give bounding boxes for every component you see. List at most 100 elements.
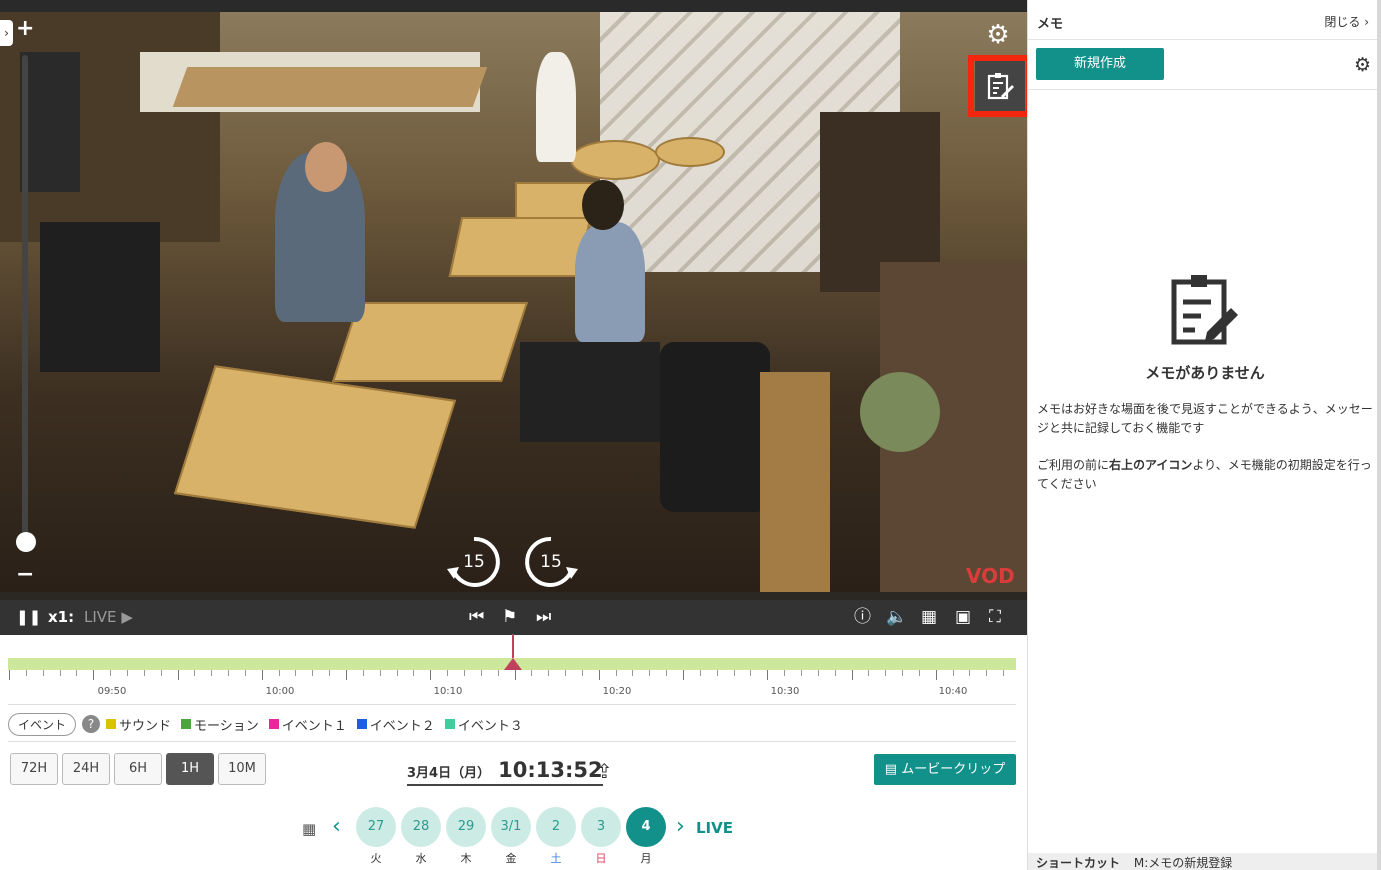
day-of-week-label: 水: [415, 852, 427, 865]
day-of-week-label: 金: [505, 852, 517, 865]
timeline-tick: [463, 670, 465, 676]
zoom-out-button[interactable]: −: [16, 562, 34, 587]
next-days-chevron-icon[interactable]: ›: [676, 814, 685, 839]
panel-scrollbar[interactable]: [1377, 0, 1381, 870]
timeline-tick: [868, 670, 870, 676]
range-10m-button[interactable]: 10M: [218, 753, 266, 785]
day-of-week-label: 土: [550, 852, 562, 865]
zoom-slider-handle[interactable]: [16, 532, 36, 552]
playhead-marker-icon[interactable]: [504, 658, 522, 670]
fit-screen-icon[interactable]: ▣: [955, 600, 971, 635]
play-triangle-icon: ▶: [121, 608, 133, 626]
new-memo-button[interactable]: 新規作成: [1036, 48, 1164, 80]
range-6h-button[interactable]: 6H: [114, 753, 162, 785]
legend-item-sound: サウンド: [106, 715, 171, 734]
timeline-tick: [666, 670, 668, 676]
memo-settings-gear-icon[interactable]: ⚙: [1354, 54, 1371, 76]
day-button[interactable]: 3/1: [491, 807, 531, 847]
timeline-tick: [177, 670, 179, 680]
current-datetime[interactable]: 3月4日（月） 10:13:52: [407, 758, 603, 786]
divider: [8, 741, 1016, 742]
empty-memo-title: メモがありません: [1145, 364, 1265, 382]
help-icon[interactable]: ?: [82, 715, 101, 733]
timeline-tick: [683, 670, 684, 680]
day-button[interactable]: 29: [446, 807, 486, 847]
memo-button[interactable]: [975, 61, 1025, 111]
info-icon[interactable]: ⓘ: [854, 600, 871, 635]
timeline-tick: [952, 670, 954, 676]
go-live-button[interactable]: LIVE: [696, 819, 733, 837]
skip-forward-seconds: 15: [540, 552, 562, 572]
current-date: 3月4日（月）: [407, 766, 491, 781]
day-button[interactable]: 4: [626, 807, 666, 847]
range-1h-button[interactable]: 1H: [166, 753, 214, 785]
empty-memo-icon: [1171, 272, 1241, 350]
timeline-tick: [800, 670, 802, 676]
range-24h-button[interactable]: 24H: [62, 753, 110, 785]
timeline-tick: [885, 670, 887, 676]
legend-swatch: [356, 719, 367, 729]
video-top-bar: [0, 0, 1027, 12]
skip-forward-15-button[interactable]: 15: [522, 533, 580, 591]
event-flag-icon[interactable]: ⚑: [502, 600, 517, 635]
timeline-tick: [767, 670, 769, 680]
timeline-tick: [430, 670, 432, 680]
live-indicator[interactable]: LIVE ▶: [84, 600, 133, 635]
event-filter-button[interactable]: イベント: [8, 712, 77, 736]
next-event-icon[interactable]: ⏭: [536, 600, 551, 635]
timeline-tick: [834, 670, 836, 676]
calendar-icon[interactable]: ▦: [302, 820, 316, 838]
timeline-tick: [514, 670, 516, 680]
day-of-week-label: 日: [595, 852, 607, 865]
timeline-tick: [1003, 670, 1005, 676]
skip-back-15-button[interactable]: 15: [445, 533, 503, 591]
timeline-tick: [733, 670, 735, 676]
timeline-tick: [110, 670, 112, 676]
zoom-in-button[interactable]: +: [16, 16, 34, 41]
sidebar-toggle[interactable]: ›: [0, 20, 13, 46]
empty-memo-description: メモはお好きな場面を後で見返すことができるよう、メッセージと共に記録しておく機能…: [1037, 402, 1373, 435]
note-prefix: ご利用の前に: [1037, 458, 1110, 472]
grid-layout-icon[interactable]: ▦: [921, 600, 937, 635]
timeline-tick: [143, 670, 145, 676]
timeline-tick: [126, 670, 128, 676]
shortcut-bar: ショートカット M:メモの新規登録: [1028, 853, 1381, 870]
pause-icon[interactable]: ❚❚: [16, 600, 41, 635]
day-button[interactable]: 3: [581, 807, 621, 847]
movie-clip-label: ムービークリップ: [901, 762, 1006, 777]
empty-memo-note: ご利用の前に右上のアイコンより、メモ機能の初期設定を行ってください: [1037, 456, 1375, 494]
movie-clip-button[interactable]: ▤ ムービークリップ: [874, 754, 1016, 785]
video-settings-gear-icon[interactable]: ⚙: [983, 20, 1013, 50]
app-root: › + − ⚙ 15 15 VOD ❚❚ x1: LIVE ▶ ⏮ ⚑ ⏭ ⓘ …: [0, 0, 1381, 870]
timeline-label: 10:30: [770, 686, 800, 697]
legend-swatch: [181, 719, 192, 729]
day-button[interactable]: 28: [401, 807, 441, 847]
close-label: 閉じる: [1324, 15, 1361, 29]
range-72h-button[interactable]: 72H: [10, 753, 58, 785]
close-panel-button[interactable]: 閉じる ›: [1324, 13, 1369, 30]
day-button[interactable]: 27: [356, 807, 396, 847]
timeline-tick: [918, 670, 920, 676]
chevron-right-icon: ›: [1364, 15, 1369, 29]
playback-speed[interactable]: x1:: [48, 600, 74, 635]
day-of-week-label: 月: [640, 852, 652, 865]
fullscreen-icon[interactable]: ⛶: [989, 600, 1001, 635]
timeline-label: 10:00: [265, 686, 295, 697]
timeline-tick: [851, 670, 853, 680]
current-time: 10:13:52: [498, 758, 603, 782]
previous-days-chevron-icon[interactable]: ‹: [332, 814, 341, 839]
timeline-tick: [244, 670, 246, 676]
timeline-tick: [716, 670, 718, 676]
zoom-slider-track[interactable]: [22, 55, 28, 550]
camera-video-view[interactable]: › + − ⚙ 15 15 VOD: [0, 0, 1027, 600]
legend-label: イベント１: [281, 718, 347, 734]
legend-swatch: [106, 719, 117, 729]
day-button[interactable]: 2: [536, 807, 576, 847]
legend-label: サウンド: [119, 718, 172, 734]
mute-icon[interactable]: 🔈: [886, 600, 907, 635]
previous-event-icon[interactable]: ⏮: [469, 600, 484, 635]
timeline-tick: [362, 670, 364, 676]
timeline-tick: [25, 670, 27, 676]
timeline-tick: [42, 670, 44, 676]
share-icon[interactable]: ⇪: [596, 759, 613, 783]
